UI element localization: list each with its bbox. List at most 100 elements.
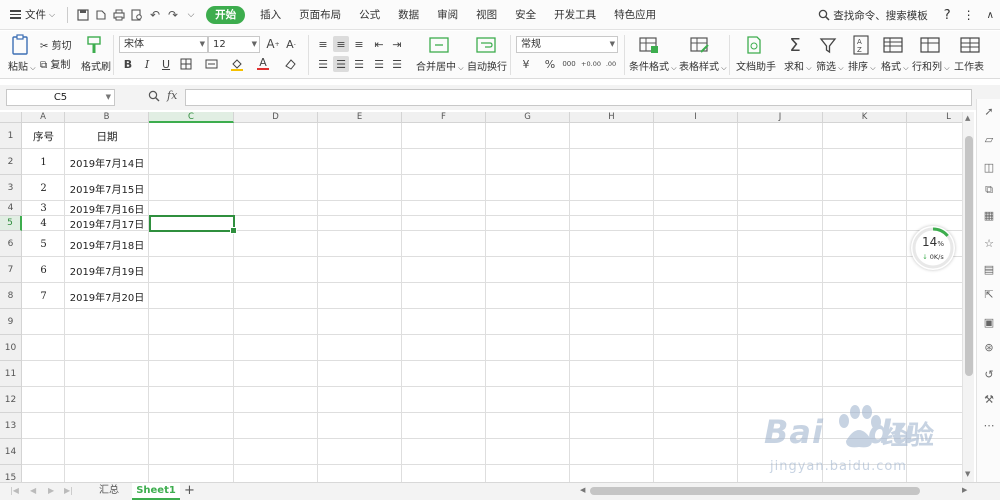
archive-icon[interactable]: ▤ [981, 261, 997, 277]
cell-a6[interactable]: 5 [22, 231, 65, 257]
wrap-text-button[interactable]: 自动换行 [467, 58, 507, 73]
horizontal-scroll-thumb[interactable] [590, 487, 920, 495]
filter-icon[interactable] [816, 34, 840, 56]
undo-icon[interactable]: ↶ [146, 5, 164, 25]
row-header-4[interactable]: 4 [0, 201, 22, 216]
cell-a4[interactable]: 3 [22, 201, 65, 216]
tab-formulas[interactable]: 公式 [350, 4, 389, 26]
align-right-icon[interactable]: ☰ [351, 56, 367, 72]
tools-icon[interactable]: ⚒ [981, 391, 997, 407]
format-button[interactable]: 格式 ⌵ [881, 58, 909, 73]
history-icon[interactable]: ↺ [981, 366, 997, 382]
cell-b3[interactable]: 2019年7月15日 [65, 175, 149, 201]
column-header-l[interactable]: L [907, 112, 966, 123]
worksheet-button[interactable]: 工作表 [954, 58, 984, 73]
font-size-select[interactable]: 12 ▼ [208, 36, 260, 53]
fill-pattern-icon[interactable] [203, 56, 219, 72]
align-center-icon[interactable]: ☰ [333, 56, 349, 72]
row-header-6[interactable]: 6 [0, 231, 22, 257]
justify-icon[interactable]: ☰ [371, 56, 387, 72]
bold-button[interactable]: B [120, 56, 136, 72]
worksheet-icon[interactable] [958, 34, 982, 56]
column-header-f[interactable]: F [402, 112, 486, 123]
paste-button[interactable]: 粘贴 ⌵ [8, 58, 36, 73]
row-header-11[interactable]: 11 [0, 361, 22, 387]
column-header-j[interactable]: J [738, 112, 823, 123]
cell-b5[interactable]: 2019年7月17日 [65, 216, 149, 231]
cell-b4[interactable]: 2019年7月16日 [65, 201, 149, 216]
cell-a3[interactable]: 2 [22, 175, 65, 201]
italic-button[interactable]: I [139, 56, 155, 72]
command-search[interactable]: 查找命令、搜索模板 [812, 4, 934, 26]
sum-button[interactable]: 求和 ⌵ [784, 58, 812, 73]
cell-b8[interactable]: 2019年7月20日 [65, 283, 149, 309]
more-tools-icon[interactable]: ⋯ [981, 417, 997, 433]
backup-icon[interactable]: ⊛ [981, 339, 997, 355]
row-header-5[interactable]: 5 [0, 216, 22, 231]
cell-a8[interactable]: 7 [22, 283, 65, 309]
sort-icon[interactable]: AZ [849, 34, 873, 56]
underline-button[interactable]: U [158, 56, 174, 72]
filter-button[interactable]: 筛选 ⌵ [816, 58, 844, 73]
column-header-h[interactable]: H [570, 112, 654, 123]
doc-helper-button[interactable]: 文档助手 [736, 58, 776, 73]
print-preview-icon[interactable] [128, 5, 146, 25]
tab-insert[interactable]: 插入 [251, 4, 290, 26]
clear-format-icon[interactable] [282, 56, 298, 72]
paste-icon[interactable] [8, 34, 32, 56]
tab-page-layout[interactable]: 页面布局 [290, 4, 350, 26]
currency-icon[interactable]: ¥ [518, 56, 534, 72]
column-header-b[interactable]: B [65, 112, 149, 123]
distributed-icon[interactable]: ☰ [389, 56, 405, 72]
insert-function-button[interactable]: fx [167, 89, 177, 102]
active-cell-c5[interactable] [149, 215, 237, 234]
decrease-decimal-button[interactable]: .00 [603, 56, 619, 72]
tab-security[interactable]: 安全 [506, 4, 545, 26]
font-name-select[interactable]: 宋体 ▼ [119, 36, 208, 53]
scroll-right-icon[interactable]: ▶ [962, 486, 967, 494]
file-menu[interactable]: 文件 ⌵ [0, 4, 61, 26]
network-speed-widget[interactable]: 14% ↓ 0K/s [911, 226, 955, 270]
style-icon[interactable]: ◫ [981, 159, 997, 175]
name-box[interactable]: C5 ▼ [6, 89, 115, 106]
scroll-left-icon[interactable]: ◀ [580, 486, 585, 494]
cut-button[interactable]: ✂ 剪切 [40, 37, 72, 52]
cell-b6[interactable]: 2019年7月18日 [65, 231, 149, 257]
table-style-button[interactable]: 表格样式 ⌵ [679, 58, 727, 73]
align-middle-icon[interactable]: ≡ [333, 36, 349, 52]
border-icon[interactable] [178, 56, 194, 72]
row-header-1[interactable]: 1 [0, 123, 22, 149]
conditional-format-icon[interactable] [637, 34, 661, 56]
tab-home[interactable]: 开始 [206, 5, 246, 24]
cell-a2[interactable]: 1 [22, 149, 65, 175]
row-header-13[interactable]: 13 [0, 413, 22, 439]
row-header-10[interactable]: 10 [0, 335, 22, 361]
tab-developer[interactable]: 开发工具 [545, 4, 605, 26]
redo-icon[interactable]: ↷ [164, 5, 182, 25]
row-col-button[interactable]: 行和列 ⌵ [912, 58, 950, 73]
help-button[interactable]: ? [938, 4, 957, 26]
thousands-button[interactable]: 000 [561, 56, 577, 72]
shape-icon[interactable]: ▱ [981, 131, 997, 147]
tab-view[interactable]: 视图 [467, 4, 506, 26]
merge-center-icon[interactable] [427, 34, 451, 56]
indent-increase-icon[interactable]: ⇥ [389, 36, 405, 52]
row-header-3[interactable]: 3 [0, 175, 22, 201]
share-icon[interactable]: ⇱ [981, 286, 997, 302]
row-header-12[interactable]: 12 [0, 387, 22, 413]
column-header-i[interactable]: I [654, 112, 738, 123]
print-icon[interactable] [110, 5, 128, 25]
layers-icon[interactable]: ⧉ [981, 182, 997, 198]
cell-b2[interactable]: 2019年7月14日 [65, 149, 149, 175]
row-header-9[interactable]: 9 [0, 309, 22, 335]
number-format-select[interactable]: 常规 ▼ [516, 36, 618, 53]
row-col-icon[interactable] [918, 34, 942, 56]
sort-button[interactable]: 排序 ⌵ [848, 58, 876, 73]
format-painter-icon[interactable] [82, 34, 106, 56]
formula-input[interactable] [185, 89, 972, 106]
row-header-8[interactable]: 8 [0, 283, 22, 309]
indent-decrease-icon[interactable]: ⇤ [371, 36, 387, 52]
customize-dropdown-icon[interactable]: ⌵ [182, 5, 200, 25]
format-painter-button[interactable]: 格式刷 [81, 58, 111, 73]
zoom-search-icon[interactable] [148, 90, 160, 105]
